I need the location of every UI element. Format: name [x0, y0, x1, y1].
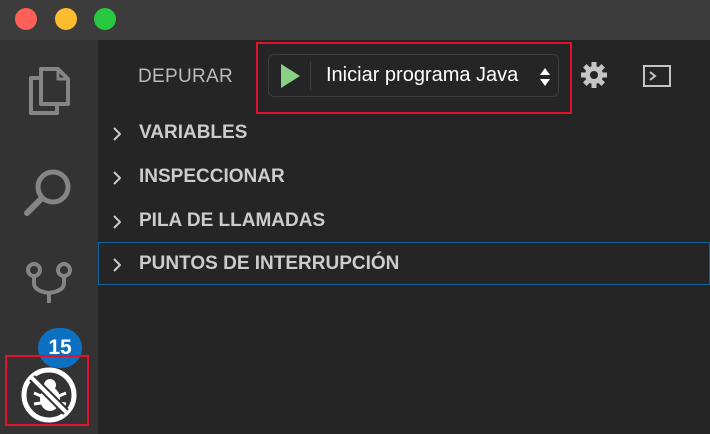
chevron-right-icon [113, 213, 122, 235]
chevron-right-icon [113, 169, 122, 191]
activity-source-control[interactable] [0, 258, 98, 308]
section-label: PUNTOS DE INTERRUPCIÓN [139, 253, 400, 274]
chevron-right-icon [113, 125, 122, 147]
section-breakpoints[interactable]: PUNTOS DE INTERRUPCIÓN [98, 242, 710, 285]
activity-explorer[interactable] [0, 65, 98, 117]
maximize-window-button[interactable] [94, 8, 116, 30]
title-bar [0, 0, 710, 40]
gear-icon[interactable] [579, 60, 609, 95]
section-watch[interactable]: INSPECCIONAR [98, 155, 710, 198]
section-variables[interactable]: VARIABLES [98, 111, 710, 154]
chevron-right-icon [113, 256, 122, 278]
search-icon [24, 169, 71, 216]
source-control-icon [26, 262, 72, 303]
launch-highlight-box [256, 42, 572, 114]
section-label: INSPECCIONAR [139, 166, 285, 187]
view-title: DEPURAR [138, 66, 234, 87]
activity-search[interactable] [0, 162, 98, 222]
debug-highlight-box [5, 355, 89, 426]
close-window-button[interactable] [15, 8, 37, 30]
debug-console-icon[interactable] [643, 65, 671, 92]
section-call-stack[interactable]: PILA DE LLAMADAS [98, 199, 710, 242]
files-icon [29, 67, 70, 115]
section-label: PILA DE LLAMADAS [139, 210, 326, 231]
section-label: VARIABLES [139, 122, 248, 143]
minimize-window-button[interactable] [55, 8, 77, 30]
